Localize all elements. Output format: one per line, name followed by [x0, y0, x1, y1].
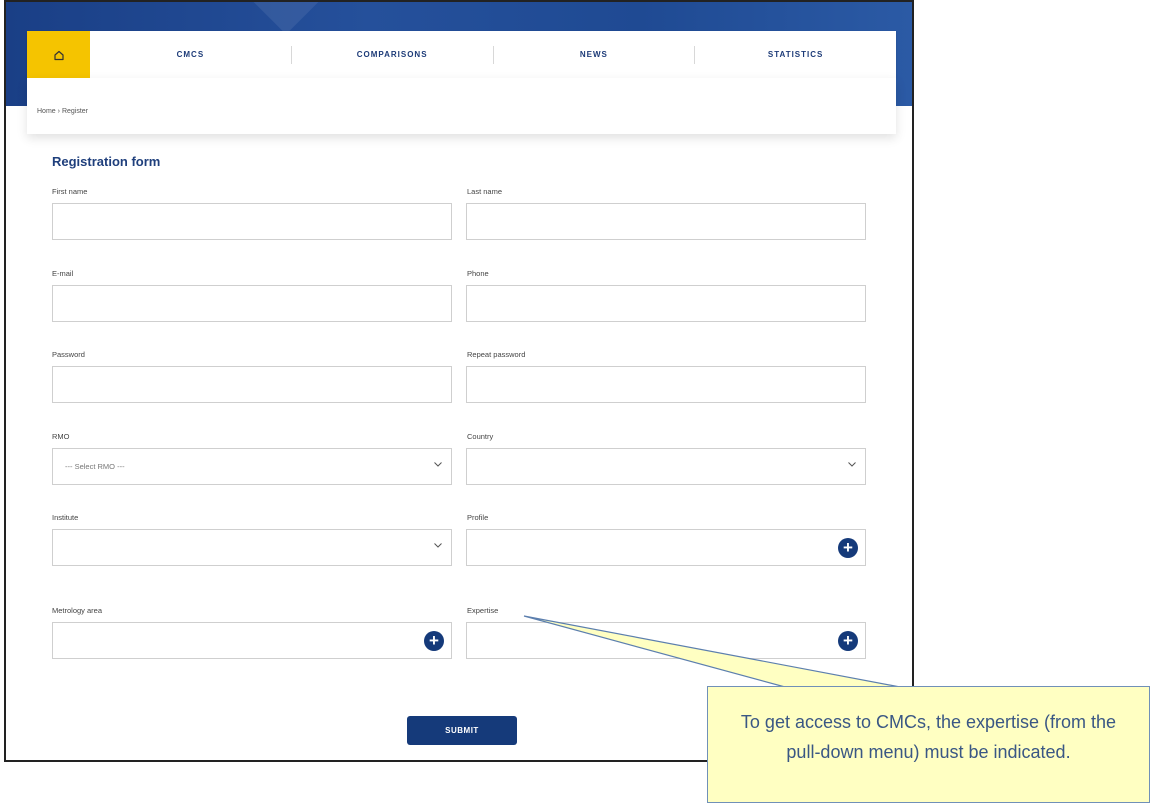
annotation-callout: To get access to CMCs, the expertise (fr… — [707, 686, 1150, 803]
callout-text: To get access to CMCs, the expertise (fr… — [740, 712, 1117, 762]
callout-pointer — [523, 615, 901, 688]
